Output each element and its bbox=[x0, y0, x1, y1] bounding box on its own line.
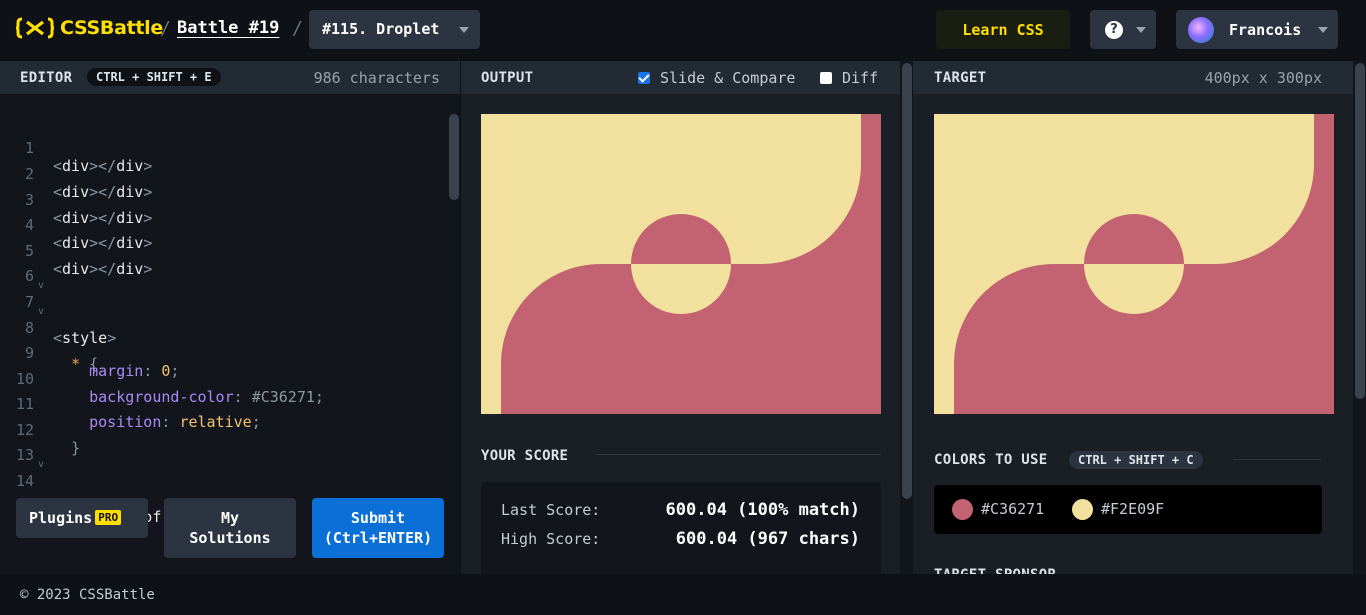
high-score-label: High Score: bbox=[501, 530, 601, 548]
code-line: 3 <div></div> bbox=[0, 173, 446, 227]
user-menu-button[interactable]: Francois bbox=[1176, 10, 1338, 49]
output-canvas[interactable] bbox=[481, 114, 881, 414]
editor-scrollbar[interactable] bbox=[449, 114, 459, 200]
my-solutions-label-line2: Solutions bbox=[189, 529, 271, 547]
chevron-down-icon bbox=[1318, 27, 1328, 33]
my-solutions-label-line1: My bbox=[220, 509, 240, 527]
slide-compare-label[interactable]: Slide & Compare bbox=[660, 69, 795, 87]
code-editor[interactable]: 1 <div></div> 2 <div></div> 3 <div></div… bbox=[0, 117, 446, 537]
output-scrollbar-track[interactable] bbox=[900, 61, 913, 574]
target-shape bbox=[934, 114, 1334, 414]
output-panel: OUTPUT Slide & Compare Diff YOUR SCORE L… bbox=[461, 61, 913, 574]
code-line: 5 <div></div> bbox=[0, 224, 446, 278]
code-line: 2 <div></div> bbox=[0, 147, 446, 201]
diff-checkbox[interactable] bbox=[820, 72, 832, 84]
breadcrumb-separator: / bbox=[292, 18, 303, 39]
footer: © 2023 CSSBattle bbox=[0, 574, 1366, 615]
help-icon: ? bbox=[1105, 21, 1123, 39]
code-line: 1 <div></div> bbox=[0, 121, 446, 175]
editor-panel: EDITOR CTRL + SHIFT + E 986 characters 1… bbox=[0, 61, 460, 574]
cssbattle-logo[interactable]: CSSBattle bbox=[16, 17, 163, 39]
target-title: TARGET bbox=[934, 70, 987, 86]
color-hex[interactable]: #C36271 bbox=[981, 500, 1044, 518]
submit-label-line2: (Ctrl+ENTER) bbox=[323, 529, 433, 547]
line-number: 14 bbox=[15, 472, 34, 490]
output-shape bbox=[481, 114, 881, 414]
colors-title: COLORS TO USE bbox=[934, 452, 1048, 468]
editor-header: EDITOR CTRL + SHIFT + E 986 characters bbox=[0, 61, 460, 94]
target-header: TARGET 400px x 300px bbox=[913, 61, 1353, 94]
code-line: 8 v * { bbox=[0, 301, 446, 373]
character-count: 986 characters bbox=[313, 69, 440, 87]
divider bbox=[1233, 459, 1321, 460]
target-canvas[interactable] bbox=[934, 114, 1334, 414]
fold-chevron-icon[interactable]: v bbox=[38, 459, 44, 470]
color-hex[interactable]: #F2E09F bbox=[1101, 500, 1164, 518]
code-line: 10 background-color: #C36271; bbox=[0, 352, 446, 406]
score-title: YOUR SCORE bbox=[481, 448, 569, 464]
output-title: OUTPUT bbox=[481, 70, 534, 86]
code-line: 11 position: relative; bbox=[0, 377, 446, 431]
diff-label[interactable]: Diff bbox=[842, 69, 878, 87]
color-swatch[interactable] bbox=[952, 499, 973, 520]
plugins-button[interactable]: Plugins PRO bbox=[16, 498, 148, 538]
avatar bbox=[1188, 17, 1214, 43]
code-line: 12 } bbox=[0, 403, 446, 457]
editor-title: EDITOR bbox=[20, 70, 73, 86]
target-select-label: #115. Droplet bbox=[322, 20, 440, 38]
page-scrollbar-track[interactable] bbox=[1353, 61, 1366, 574]
editor-shortcut-badge: CTRL + SHIFT + E bbox=[87, 68, 221, 86]
high-score-value: 600.04 (967 chars) bbox=[675, 529, 860, 549]
fold-chevron-icon[interactable]: v bbox=[38, 306, 44, 317]
code-line: 7 v <style> bbox=[0, 275, 446, 347]
copyright-text: © 2023 CSSBattle bbox=[20, 587, 155, 603]
fold-chevron-icon[interactable]: v bbox=[38, 280, 44, 291]
output-scrollbar[interactable] bbox=[902, 63, 912, 499]
breadcrumb-separator: / bbox=[160, 18, 171, 39]
user-name: Francois bbox=[1229, 21, 1302, 39]
chevron-down-icon bbox=[459, 27, 469, 33]
code-line: 6 bbox=[0, 249, 446, 285]
submit-label-line1: Submit bbox=[350, 509, 406, 527]
logo-icon bbox=[16, 17, 54, 39]
target-panel: TARGET 400px x 300px COLORS TO USE CTRL … bbox=[913, 61, 1353, 583]
code-line: 9 margin: 0; bbox=[0, 326, 446, 380]
color-swatch[interactable] bbox=[1072, 499, 1093, 520]
submit-button[interactable]: Submit (Ctrl+ENTER) bbox=[312, 498, 444, 558]
code-line: 13 bbox=[0, 428, 446, 464]
logo-text: CSSBattle bbox=[60, 17, 163, 39]
target-size: 400px x 300px bbox=[1204, 69, 1322, 87]
page-scrollbar[interactable] bbox=[1355, 63, 1365, 399]
output-header: OUTPUT Slide & Compare Diff bbox=[461, 61, 913, 94]
plugins-label: Plugins bbox=[29, 509, 93, 527]
editor-actions: Plugins PRO My Solutions Submit (Ctrl+ENT… bbox=[0, 498, 460, 574]
colors-shortcut-badge: CTRL + SHIFT + C bbox=[1069, 451, 1203, 469]
my-solutions-button[interactable]: My Solutions bbox=[164, 498, 296, 558]
top-bar: CSSBattle / Battle #19 / #115. Droplet L… bbox=[0, 0, 1366, 61]
color-palette: #C36271 #F2E09F bbox=[934, 485, 1322, 534]
chevron-down-icon bbox=[1136, 27, 1146, 33]
last-score-value: 600.04 (100% match) bbox=[665, 500, 860, 520]
divider bbox=[596, 454, 881, 455]
battle-link[interactable]: Battle #19 bbox=[177, 18, 279, 38]
slide-compare-checkbox[interactable] bbox=[638, 72, 650, 84]
code-line: 4 <div></div> bbox=[0, 198, 446, 252]
last-score-label: Last Score: bbox=[501, 501, 601, 519]
learn-css-button[interactable]: Learn CSS bbox=[936, 10, 1070, 49]
code-line: 14 v div:nth-of-type(1) { bbox=[0, 454, 446, 526]
target-select[interactable]: #115. Droplet bbox=[309, 10, 480, 49]
score-card: Last Score: 600.04 (100% match) High Sco… bbox=[481, 482, 881, 574]
pro-badge: PRO bbox=[95, 510, 122, 525]
help-menu-button[interactable]: ? bbox=[1090, 10, 1156, 49]
